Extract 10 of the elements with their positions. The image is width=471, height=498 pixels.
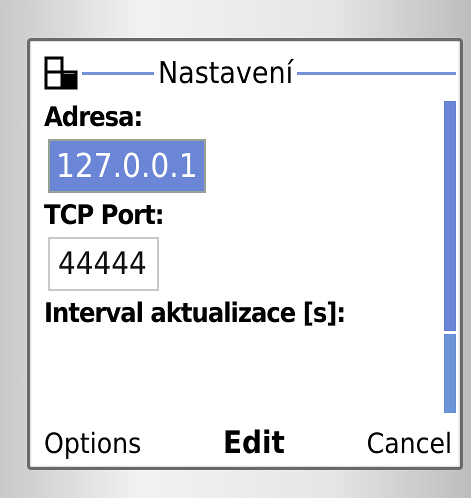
- windows-icon: [44, 56, 78, 90]
- cancel-softkey[interactable]: Cancel: [366, 426, 452, 460]
- input-field[interactable]: 44444: [48, 237, 159, 291]
- edit-softkey[interactable]: Edit: [222, 425, 285, 461]
- field-label: TCP Port:: [44, 199, 164, 233]
- window-title: Nastavení: [158, 56, 294, 90]
- field-label: Adresa:: [44, 101, 144, 135]
- options-softkey[interactable]: Options: [44, 426, 142, 460]
- input-field[interactable]: 127.0.0.1: [48, 139, 206, 193]
- field-label: Interval aktualizace [s]:: [44, 297, 346, 331]
